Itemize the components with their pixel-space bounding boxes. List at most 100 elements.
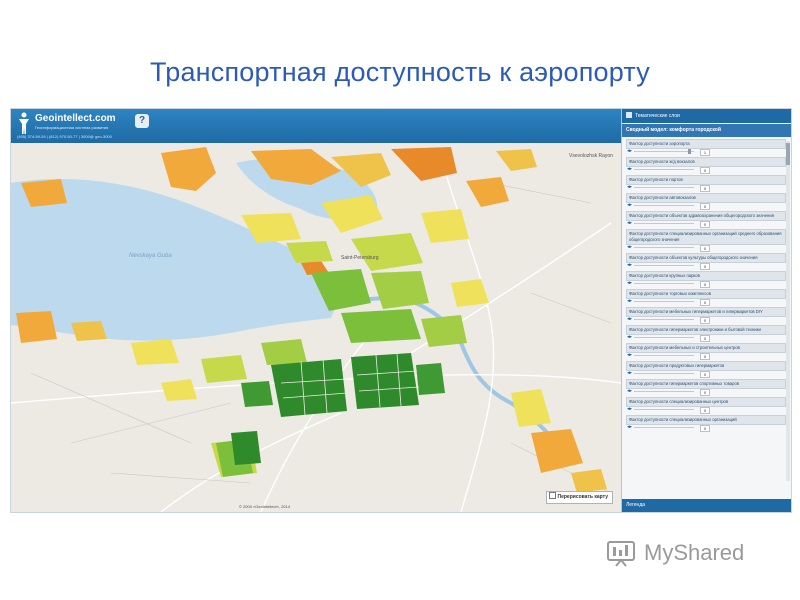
panel-header[interactable]: Тематические слои [622, 109, 791, 123]
factor-list: Фактор доступности аэропорта ◂▸ 1 Фактор до… [626, 139, 786, 485]
map-attribution: © 2000 «GeoIntellect», 2014 [239, 504, 290, 509]
weight-slider-track[interactable] [634, 373, 694, 374]
weight-slider-thumb[interactable] [688, 149, 691, 154]
stepper-arrows-icon[interactable]: ◂▸ [627, 316, 632, 322]
factor-item: Фактор доступности специализированных ор… [626, 415, 786, 432]
weight-value-field[interactable]: 0 [700, 203, 710, 210]
presentation-icon [607, 541, 635, 567]
model-title: Сводный модел: комфорта городской [626, 127, 721, 133]
factor-item: Фактор доступности продуктовых гипермарк… [626, 361, 786, 378]
weight-value-field[interactable]: 0 [700, 281, 710, 288]
factor-label: Фактор доступности специализированных це… [626, 397, 786, 407]
model-title-bar[interactable]: Сводный модел: комфорта городской [622, 124, 791, 137]
stepper-arrows-icon[interactable]: ◂▸ [627, 406, 632, 412]
panel-header-label: Тематические слои [635, 113, 680, 119]
weight-value-field[interactable]: 0 [700, 389, 710, 396]
weight-value-field[interactable]: 0 [700, 371, 710, 378]
factor-weight-control: ◂▸ 1 [626, 148, 786, 156]
weight-slider-track[interactable] [634, 205, 694, 206]
panel-scrollbar[interactable] [786, 141, 790, 481]
factor-weight-control: ◂▸ 0 [626, 334, 786, 342]
weight-slider-track[interactable] [634, 427, 694, 428]
weight-value-field[interactable]: 0 [700, 317, 710, 324]
factor-label: Фактор доступности крупных парков [626, 271, 786, 281]
logo-text: Geointellect.com [35, 113, 116, 124]
stepper-arrows-icon[interactable]: ◂▸ [627, 424, 632, 430]
weight-value-field[interactable]: 0 [700, 425, 710, 432]
weight-slider-track[interactable] [634, 223, 694, 224]
watermark-text: MyShared [644, 540, 745, 565]
factor-weight-control: ◂▸ 0 [626, 220, 786, 228]
weight-value-field[interactable]: 0 [700, 299, 710, 306]
stepper-arrows-icon[interactable]: ◂▸ [627, 166, 632, 172]
weight-value-field[interactable]: 0 [700, 185, 710, 192]
stepper-arrows-icon[interactable]: ◂▸ [627, 262, 632, 268]
factor-label: Фактор доступности объектов здравоохране… [626, 211, 786, 221]
weight-slider-track[interactable] [634, 319, 694, 320]
weight-value-field[interactable]: 0 [700, 167, 710, 174]
weight-slider-track[interactable] [634, 337, 694, 338]
weight-slider-track[interactable] [634, 409, 694, 410]
stepper-arrows-icon[interactable]: ◂▸ [627, 244, 632, 250]
factor-label: Фактор доступности объектов культуры общ… [626, 253, 786, 263]
weight-value-field[interactable]: 0 [700, 221, 710, 228]
factor-label: Фактор доступности мебельных и строитель… [626, 343, 786, 353]
factor-weight-control: ◂▸ 0 [626, 202, 786, 210]
factor-item: Фактор доступности автовокзалов ◂▸ 0 [626, 193, 786, 210]
factor-label: Фактор доступности специализированных ор… [626, 229, 786, 245]
factor-weight-control: ◂▸ 0 [626, 298, 786, 306]
stepper-arrows-icon[interactable]: ◂▸ [627, 370, 632, 376]
factor-weight-control: ◂▸ 0 [626, 424, 786, 432]
redraw-map-button[interactable]: Перерисовать карту [545, 491, 613, 504]
factor-item: Фактор доступности торговых комплексов ◂▸… [626, 289, 786, 306]
weight-slider-track[interactable] [634, 265, 694, 266]
stepper-arrows-icon[interactable]: ◂▸ [627, 148, 632, 154]
map-canvas [11, 147, 621, 512]
help-button[interactable]: ? [135, 114, 149, 128]
factor-label: Фактор доступности мебельных гипермаркет… [626, 307, 786, 317]
stepper-arrows-icon[interactable]: ◂▸ [627, 388, 632, 394]
water-label: Nevskaya Guba [129, 253, 172, 259]
layers-panel: Тематические слои Сводный модел: комфорт… [621, 109, 791, 512]
factor-item: Фактор доступности гипермаркетов спортив… [626, 379, 786, 396]
stepper-arrows-icon[interactable]: ◂▸ [627, 352, 632, 358]
factor-item: Фактор доступности мебельных и строитель… [626, 343, 786, 360]
weight-value-field[interactable]: 0 [700, 353, 710, 360]
factor-label: Фактор доступности портов [626, 175, 786, 185]
weight-slider-track[interactable] [634, 283, 694, 284]
weight-value-field[interactable]: 0 [700, 335, 710, 342]
factor-weight-control: ◂▸ 0 [626, 370, 786, 378]
weight-slider-track[interactable] [634, 391, 694, 392]
weight-slider-track[interactable] [634, 151, 694, 152]
stepper-arrows-icon[interactable]: ◂▸ [627, 280, 632, 286]
weight-slider-track[interactable] [634, 301, 694, 302]
legend-bar[interactable]: Легенда [622, 499, 791, 512]
stepper-arrows-icon[interactable]: ◂▸ [627, 202, 632, 208]
stepper-arrows-icon[interactable]: ◂▸ [627, 298, 632, 304]
factor-item: Фактор доступности объектов здравоохране… [626, 211, 786, 228]
factor-weight-control: ◂▸ 0 [626, 388, 786, 396]
factor-item: Фактор доступности ж/д вокзалов ◂▸ 0 [626, 157, 786, 174]
redraw-checkbox[interactable] [548, 492, 556, 499]
place-label-city: Saint-Petersburg [341, 255, 379, 261]
logo-subtitle: Геоинформационная система развития [35, 125, 109, 130]
weight-slider-track[interactable] [634, 187, 694, 188]
weight-slider-track[interactable] [634, 247, 694, 248]
weight-slider-track[interactable] [634, 355, 694, 356]
weight-slider-track[interactable] [634, 169, 694, 170]
map-view[interactable]: Nevskaya Guba Saint-Petersburg Vsevolozh… [11, 143, 621, 512]
weight-value-field[interactable]: 0 [700, 407, 710, 414]
factor-weight-control: ◂▸ 0 [626, 406, 786, 414]
weight-value-field[interactable]: 0 [700, 263, 710, 270]
factor-label: Фактор доступности гипермаркетов спортив… [626, 379, 786, 389]
panel-scrollbar-thumb[interactable] [786, 143, 790, 165]
factor-label: Фактор доступности ж/д вокзалов [626, 157, 786, 167]
stepper-arrows-icon[interactable]: ◂▸ [627, 220, 632, 226]
weight-value-field[interactable]: 0 [700, 245, 710, 252]
weight-value-field[interactable]: 1 [700, 149, 710, 156]
stepper-arrows-icon[interactable]: ◂▸ [627, 334, 632, 340]
factor-item: Фактор доступности крупных парков ◂▸ 0 [626, 271, 786, 288]
stepper-arrows-icon[interactable]: ◂▸ [627, 184, 632, 190]
factor-weight-control: ◂▸ 0 [626, 352, 786, 360]
factor-item: Фактор доступности специализированных це… [626, 397, 786, 414]
